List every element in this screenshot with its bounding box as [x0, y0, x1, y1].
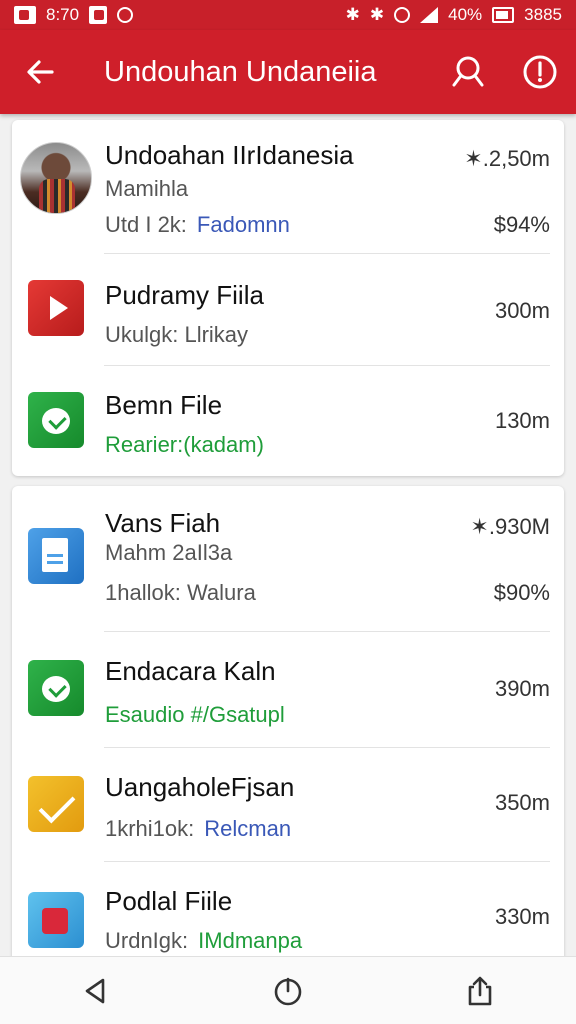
item-size: 330m — [494, 904, 550, 929]
list-item[interactable]: Pudramy Fiila Ukulgk: Llrikay 300m — [12, 254, 564, 366]
item-subtitle: Rearier:(kadam) — [105, 432, 264, 457]
search-icon — [452, 56, 484, 87]
list-item[interactable]: Endacara Kaln Esaudio #/Gsatupl 390m — [12, 632, 564, 748]
back-button[interactable] — [0, 30, 80, 114]
item-subtitle-text: UrdnIgk: — [105, 928, 189, 953]
item-title: UangaholeFjsan — [105, 772, 295, 802]
item-subtitle-text: 1krhi1ok: — [105, 816, 195, 841]
item-meta-text: Utd I 2k: — [105, 212, 187, 237]
downloads-card-1: Undoahan IIrIdanesia Mamihla Utd I 2k: Fa… — [12, 120, 564, 476]
item-icon — [20, 384, 92, 456]
red-app-icon — [28, 892, 84, 948]
list-item[interactable]: UangaholeFjsan 1krhi1ok: Relcman 350m — [12, 748, 564, 862]
check-app-icon — [28, 392, 84, 448]
item-title: Pudramy Fiila — [105, 280, 264, 310]
item-subtitle: UrdnIgk: IMdmanpa — [105, 928, 302, 954]
app-notification-icon — [89, 6, 108, 24]
item-size: ✶.930M — [470, 514, 550, 539]
item-subtitle: Mamihla — [105, 176, 189, 201]
item-percent: $90% — [493, 580, 550, 605]
green-app-icon — [28, 660, 84, 716]
item-meta: Utd I 2k: Fadomnn — [105, 212, 290, 238]
nav-home-button[interactable] — [248, 961, 328, 1021]
back-nav-icon — [85, 978, 105, 1003]
item-meta: 1hallok: Walura — [105, 580, 256, 605]
item-subtitle: Mahm 2aIl3a — [105, 540, 233, 565]
list-item[interactable]: Undoahan IIrIdanesia Mamihla Utd I 2k: Fa… — [12, 120, 564, 254]
battery-percent: 40% — [448, 5, 483, 24]
gallery-notification-icon — [14, 6, 36, 24]
item-subtitle-accent: Relcman — [204, 816, 292, 841]
item-icon — [20, 652, 92, 724]
status-time: 8:70 — [46, 5, 80, 24]
vibrate-icon: ✱ — [369, 5, 385, 24]
battery-icon — [492, 7, 515, 23]
page-title: Undouhan Undaneiia — [104, 55, 377, 88]
item-title: Undoahan IIrIdanesia — [105, 140, 354, 170]
signal-icon — [420, 7, 439, 23]
list-item[interactable]: Podlal Fiile UrdnIgk: IMdmanpa 330m — [12, 862, 564, 966]
item-icon — [20, 272, 92, 344]
item-meta-accent: Fadomnn — [196, 212, 290, 237]
alert-button[interactable] — [504, 30, 576, 114]
item-title: Podlal Fiile — [105, 886, 233, 916]
sync-notification-icon — [117, 7, 134, 23]
item-size: 390m — [494, 676, 550, 701]
item-subtitle: 1krhi1ok: Relcman — [105, 816, 291, 842]
nav-share-button[interactable] — [440, 961, 520, 1021]
downloads-card-2: Vans Fiah Mahm 2aIl3a 1hallok: Walura ✶.… — [12, 486, 564, 966]
item-icon — [20, 768, 92, 840]
app-bar: Undouhan Undaneiia — [0, 30, 576, 114]
item-subtitle: Ukulgk: Llrikay — [105, 322, 249, 347]
item-percent: $94% — [493, 212, 550, 237]
status-extra: 3885 — [524, 5, 562, 24]
bluetooth-icon: ✱ — [345, 5, 360, 24]
nav-back-button[interactable] — [56, 961, 136, 1021]
item-size: 130m — [494, 408, 550, 433]
status-left: 8:70 — [14, 5, 134, 25]
item-size: 350m — [494, 790, 550, 815]
item-title: Vans Fiah — [105, 508, 221, 538]
play-icon — [28, 280, 84, 336]
item-size: 300m — [494, 298, 550, 323]
item-icon — [20, 520, 92, 592]
share-nav-icon — [468, 976, 492, 1005]
list-item[interactable]: Bemn File Rearier:(kadam) 130m — [12, 366, 564, 476]
item-subtitle: Esaudio #/Gsatupl — [105, 702, 285, 727]
search-button[interactable] — [432, 30, 504, 114]
status-right: ✱ ✱ 40% 3885 — [346, 5, 562, 25]
home-nav-icon — [274, 977, 302, 1005]
navigation-bar — [0, 956, 576, 1024]
item-size: ✶.2,50m — [464, 146, 550, 171]
item-title: Endacara Kaln — [105, 656, 276, 686]
back-arrow-icon — [27, 60, 54, 84]
item-icon — [20, 884, 92, 956]
mail-icon — [28, 776, 84, 832]
avatar — [20, 142, 92, 214]
document-icon — [28, 528, 84, 584]
status-bar: 8:70 ✱ ✱ 40% 3885 — [0, 0, 576, 30]
item-title: Bemn File — [105, 390, 223, 420]
list-item[interactable]: Vans Fiah Mahm 2aIl3a 1hallok: Walura ✶.… — [12, 486, 564, 632]
item-icon — [20, 142, 92, 214]
eye-icon — [394, 7, 411, 23]
item-subtitle-accent: IMdmanpa — [198, 928, 303, 953]
alert-icon — [523, 55, 557, 89]
